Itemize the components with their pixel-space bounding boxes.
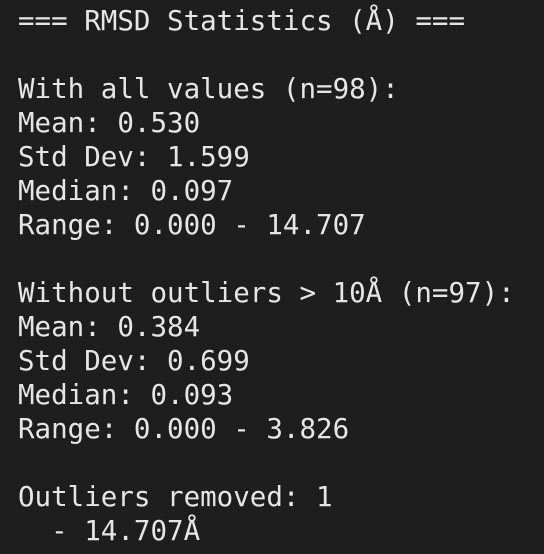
- without-outliers-heading: Without outliers > 10Å (n=97):: [18, 277, 515, 309]
- all-values-heading: With all values (n=98):: [18, 73, 399, 105]
- without-outliers-std: Std Dev: 0.699: [18, 345, 250, 377]
- without-outliers-range: Range: 0.000 - 3.826: [18, 413, 350, 445]
- all-values-mean: Mean: 0.530: [18, 107, 201, 139]
- terminal-output: === RMSD Statistics (Å) === With all val…: [0, 0, 544, 554]
- all-values-range: Range: 0.000 - 14.707: [18, 209, 366, 241]
- outliers-heading: Outliers removed: 1: [18, 481, 333, 513]
- without-outliers-mean: Mean: 0.384: [18, 311, 201, 343]
- all-values-std: Std Dev: 1.599: [18, 141, 250, 173]
- stats-header: === RMSD Statistics (Å) ===: [18, 5, 466, 37]
- all-values-median: Median: 0.097: [18, 175, 234, 207]
- outlier-item: - 14.707Å: [18, 515, 201, 547]
- without-outliers-median: Median: 0.093: [18, 379, 234, 411]
